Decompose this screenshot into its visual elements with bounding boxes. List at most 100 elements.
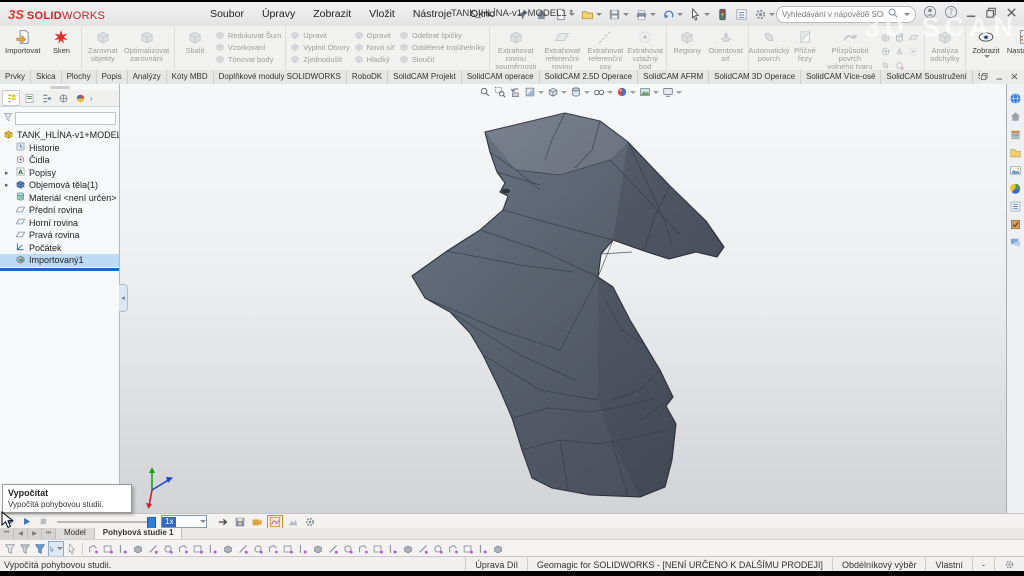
tree-item-po-tek[interactable]: Počátek bbox=[0, 242, 119, 255]
ribbon-button-importovat[interactable]: Importovat bbox=[3, 27, 42, 55]
tool-12-icon[interactable] bbox=[251, 542, 265, 556]
apply-scene-icon[interactable] bbox=[639, 86, 659, 98]
tool-20-icon[interactable] bbox=[371, 542, 385, 556]
zoom-area-icon[interactable] bbox=[494, 86, 506, 98]
panel-tabs-more-icon[interactable]: › bbox=[90, 94, 93, 103]
tool-01-icon[interactable] bbox=[86, 542, 100, 556]
tool-13-icon[interactable] bbox=[266, 542, 280, 556]
wheel-shape-icon[interactable] bbox=[879, 45, 892, 58]
study-tab-pohybov-studie-1[interactable]: Pohybová studie 1 bbox=[95, 528, 183, 539]
solidworks-resources-icon[interactable] bbox=[1009, 92, 1022, 105]
motion-chart-icon[interactable] bbox=[267, 515, 283, 529]
timeline-nav-3[interactable]: ⏭ bbox=[42, 528, 56, 539]
tool-11-icon[interactable] bbox=[236, 542, 250, 556]
properties-tab-icon[interactable] bbox=[1009, 218, 1022, 231]
file-explorer-icon[interactable] bbox=[1009, 146, 1022, 159]
selection-filter-icon[interactable] bbox=[3, 542, 17, 556]
menu-zobrazit[interactable]: Zobrazit bbox=[304, 8, 360, 20]
design-library-icon[interactable] bbox=[1009, 128, 1022, 141]
tab-k-ty-mbd[interactable]: Kóty MBD bbox=[167, 70, 214, 84]
play-from-start-button[interactable] bbox=[2, 516, 16, 528]
tree-item--idla[interactable]: Čidla bbox=[0, 154, 119, 167]
search-caret-icon[interactable] bbox=[904, 13, 910, 16]
ribbon-button-zobrazit[interactable]: Zobrazit bbox=[969, 27, 1003, 58]
tab-dopl-kov-moduly-solidworks[interactable]: Doplňkové moduly SOLIDWORKS bbox=[214, 70, 347, 84]
tool-18-icon[interactable] bbox=[341, 542, 355, 556]
tree-filter-input[interactable] bbox=[15, 112, 116, 125]
display-style-icon[interactable] bbox=[570, 86, 590, 98]
tab-anal-zy[interactable]: Analýzy bbox=[128, 70, 167, 84]
tab-solidcam-soustru-en-[interactable]: SolidCAM Soustružení bbox=[881, 70, 972, 84]
section-view-icon[interactable] bbox=[524, 86, 544, 98]
playback-speed-select[interactable]: 1x bbox=[161, 515, 207, 528]
featuremanager-tab[interactable] bbox=[2, 90, 20, 106]
ribbon-button-slou-it[interactable]: Sloučit bbox=[399, 54, 485, 65]
box-shape-icon[interactable] bbox=[879, 31, 892, 44]
tab-solidcam-projekt[interactable]: SolidCAM Projekt bbox=[388, 70, 462, 84]
displaymanager-tab[interactable] bbox=[72, 91, 88, 105]
tab-plochy[interactable]: Plochy bbox=[62, 70, 97, 84]
ribbon-button-anal-za-odchylky[interactable]: Analýza odchylky bbox=[928, 27, 962, 63]
restore-button[interactable] bbox=[985, 6, 998, 24]
tool-25-icon[interactable] bbox=[446, 542, 460, 556]
panel-grip[interactable] bbox=[50, 86, 70, 89]
tool-24-icon[interactable] bbox=[431, 542, 445, 556]
timeline-nav-1[interactable]: ◀ bbox=[14, 528, 28, 539]
tool-09-icon[interactable] bbox=[206, 542, 220, 556]
view-orientation-icon[interactable] bbox=[547, 86, 567, 98]
tab-solidcam-v-ce-os-[interactable]: SolidCAM Více-osé bbox=[801, 70, 881, 84]
ribbon-button-hladk-[interactable]: Hladký bbox=[354, 54, 395, 65]
tab-robodk[interactable]: RoboDK bbox=[347, 70, 388, 84]
ribbon-button-odebrat-pi-ky[interactable]: Odebrat špičky bbox=[399, 30, 485, 41]
tree-item-historie[interactable]: Historie bbox=[0, 142, 119, 155]
ribbon-button-optimalizovat-zarovn-n-[interactable]: Optimalizovat zarovnání bbox=[122, 27, 171, 63]
tab-solidcam-2-5d-operace[interactable]: SolidCAM 2.5D Operace bbox=[540, 70, 639, 84]
slider-thumb[interactable] bbox=[147, 517, 156, 529]
ribbon-button-vzorkov-n-[interactable]: Vzorkování bbox=[215, 42, 281, 53]
tree-item-horn-rovina[interactable]: Horní rovina bbox=[0, 217, 119, 230]
tab-solidcam-operace[interactable]: SolidCAM operace bbox=[462, 70, 540, 84]
plane-shape-icon[interactable] bbox=[907, 31, 920, 44]
ribbon-button-odd-len-troj-heln-ky[interactable]: Oddělené trojúhelníky bbox=[399, 42, 485, 53]
ribbon-button-vyplnit-otvory[interactable]: Vyplnit Otvory bbox=[290, 42, 349, 53]
tool-05-icon[interactable] bbox=[146, 542, 160, 556]
tab-solidcam-3d-operace[interactable]: SolidCAM 3D Operace bbox=[709, 70, 801, 84]
save-icon[interactable] bbox=[606, 7, 631, 22]
cylinder-shape-icon[interactable] bbox=[893, 31, 906, 44]
propertymanager-tab[interactable] bbox=[21, 91, 37, 105]
tool-15-icon[interactable] bbox=[296, 542, 310, 556]
tool-21-icon[interactable] bbox=[386, 542, 400, 556]
appearances-scenes-icon[interactable] bbox=[1009, 182, 1022, 195]
ribbon-button-t-novat-body[interactable]: Tónovat body bbox=[215, 54, 281, 65]
tree-item-importovan-1[interactable]: Importovaný1 bbox=[0, 254, 119, 267]
custom-properties-icon[interactable] bbox=[1009, 200, 1022, 213]
tool-03-icon[interactable] bbox=[116, 542, 130, 556]
tool-08-icon[interactable] bbox=[191, 542, 205, 556]
tree-item-materi-l-nen-ur-en-[interactable]: Materiál <není určen> bbox=[0, 192, 119, 205]
tool-17-icon[interactable] bbox=[326, 542, 340, 556]
undo-icon[interactable] bbox=[660, 7, 685, 22]
search-input[interactable]: Vyhledávání v nápovědě SOLIDWORKS bbox=[776, 6, 916, 23]
export-arrow-icon[interactable] bbox=[216, 516, 230, 528]
sphere-shape-icon[interactable] bbox=[907, 45, 920, 58]
view-settings-icon[interactable] bbox=[662, 86, 682, 98]
forum-icon[interactable] bbox=[1009, 236, 1022, 249]
dimxpert-tab[interactable] bbox=[55, 91, 71, 105]
panel-splitter-handle[interactable]: ◂ bbox=[119, 284, 128, 312]
home-icon[interactable] bbox=[1009, 110, 1022, 123]
tool-14-icon[interactable] bbox=[281, 542, 295, 556]
tree-item-prav-rovina[interactable]: Pravá rovina bbox=[0, 229, 119, 242]
ribbon-button-extrahovat-referen-n-osy[interactable]: Extrahovat referenční osy bbox=[586, 27, 625, 71]
tab-popis[interactable]: Popis bbox=[97, 70, 128, 84]
ribbon-button-zjednodu-it[interactable]: Zjednodušit bbox=[290, 54, 349, 65]
tool-07-icon[interactable] bbox=[176, 542, 190, 556]
ribbon-button-extrahovat-rovinu-soum-rnosti[interactable]: Extrahovat rovinu souměrnosti bbox=[493, 27, 539, 71]
ribbon-button-nov-s-[interactable]: Nová síť bbox=[354, 42, 395, 53]
tool-16-icon[interactable] bbox=[311, 542, 325, 556]
mesh-filter-icon[interactable] bbox=[18, 542, 32, 556]
tool-28-icon[interactable] bbox=[491, 542, 505, 556]
ribbon-button-extrahovat-referen-n-rovinu[interactable]: Extrahovat referenční rovinu bbox=[541, 27, 584, 71]
tree-item-objemov-t-la-1-[interactable]: ▸Objemová těla(1) bbox=[0, 179, 119, 192]
expand-arrow-icon[interactable]: ▸ bbox=[5, 169, 12, 177]
view-palette-icon[interactable] bbox=[1009, 164, 1022, 177]
